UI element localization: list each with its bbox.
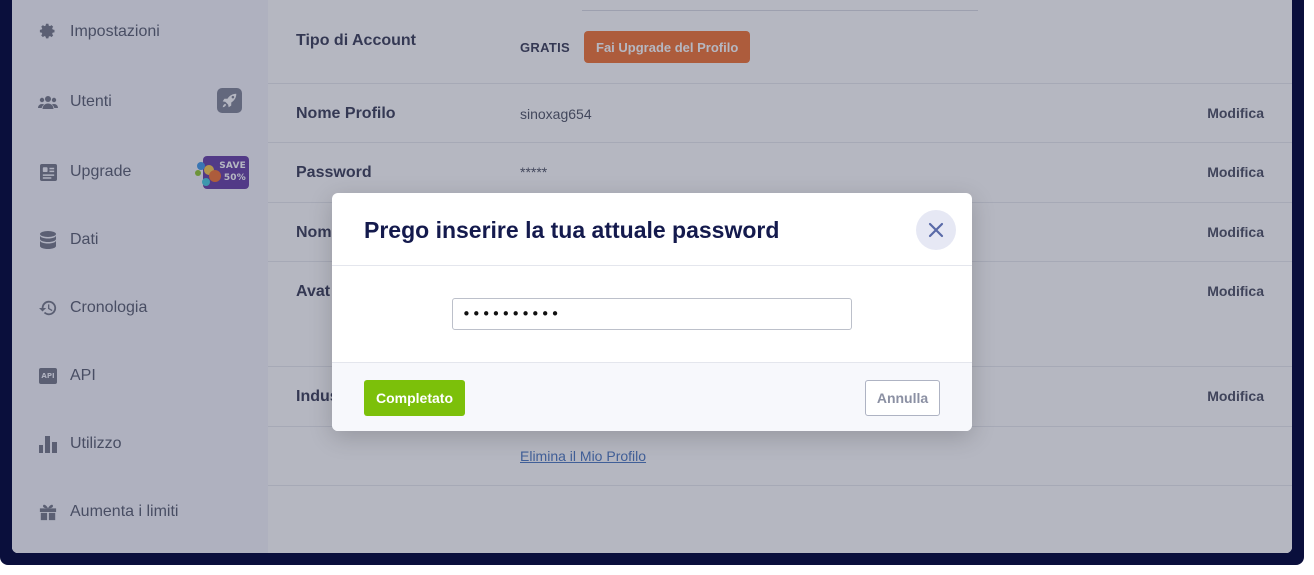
dialog-title: Prego inserire la tua attuale password	[364, 217, 780, 243]
password-dialog: Prego inserire la tua attuale password C…	[332, 193, 972, 431]
dialog-footer: Completato Annulla	[332, 362, 972, 431]
close-button[interactable]	[916, 210, 956, 250]
confirm-button[interactable]: Completato	[364, 380, 465, 416]
cancel-button[interactable]: Annulla	[865, 380, 940, 416]
close-icon	[928, 222, 944, 238]
dialog-header: Prego inserire la tua attuale password	[332, 193, 972, 266]
current-password-input[interactable]	[452, 298, 852, 330]
